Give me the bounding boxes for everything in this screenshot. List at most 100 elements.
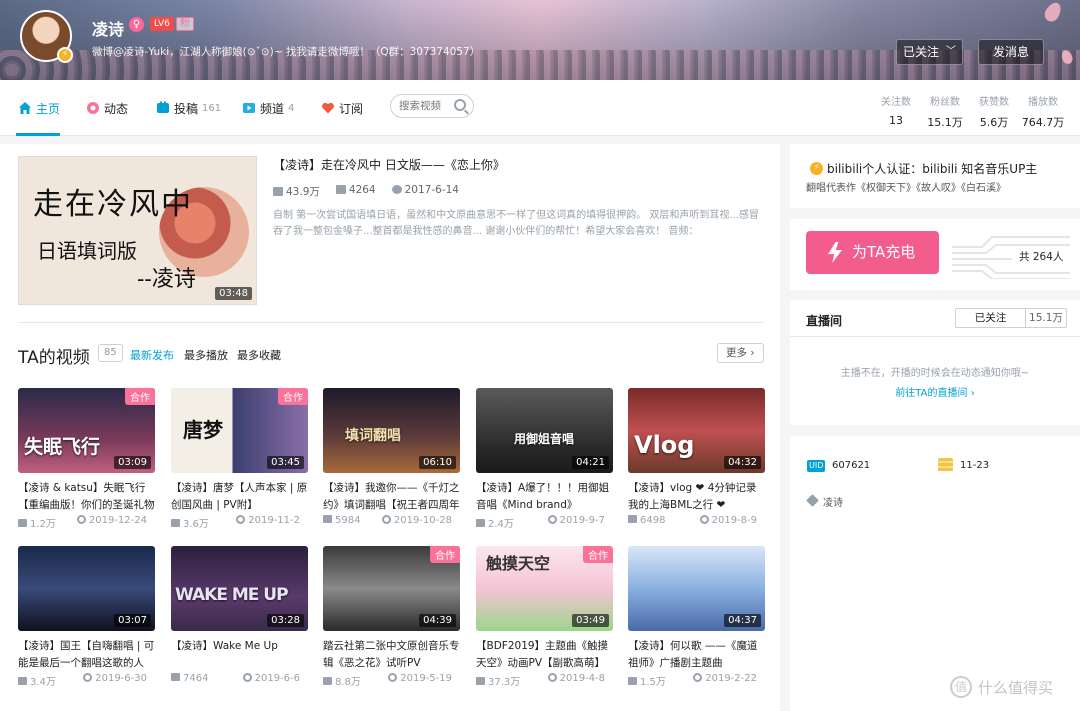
play-icon bbox=[323, 677, 332, 685]
upload-icon bbox=[157, 101, 169, 113]
sort-tab-latest[interactable]: 最新发布 bbox=[130, 347, 174, 363]
collab-tag: 合作 bbox=[430, 546, 460, 563]
video-card[interactable]: Vlog 04:32 【凌诗】vlog ❤ 4分钟记录我的上海BML之行 ❤ 6… bbox=[628, 388, 765, 526]
video-title[interactable]: 踏云社第二张中文原创音乐专辑《恶之花》试听PV bbox=[323, 638, 460, 672]
birthday-value: 11-23 bbox=[960, 460, 990, 471]
video-title[interactable]: 【凌诗】唐梦【人声本家 | 原创国风曲 | PV附】 bbox=[171, 480, 308, 514]
uid-value: 607621 bbox=[832, 460, 871, 471]
video-card[interactable]: 合作 04:39 踏云社第二张中文原创音乐专辑《恶之花》试听PV 8.8万 201… bbox=[323, 546, 460, 688]
play-icon bbox=[476, 519, 485, 527]
collab-tag: 合作 bbox=[125, 388, 155, 405]
duration-badge: 04:21 bbox=[572, 456, 609, 469]
send-message-button[interactable]: 发消息 bbox=[978, 39, 1044, 65]
chevron-right-icon: › bbox=[750, 347, 755, 359]
video-thumbnail[interactable]: 04:37 bbox=[628, 546, 765, 631]
clock-icon bbox=[391, 185, 402, 194]
main-panel: 走在冷风中 日语填词版 --凌诗 03:48 【凌诗】走在冷风中 日文版——《恋… bbox=[0, 144, 780, 711]
play-icon bbox=[18, 519, 27, 527]
more-videos-button[interactable]: 更多 › bbox=[717, 343, 764, 363]
lightning-icon bbox=[828, 242, 842, 263]
search-icon[interactable] bbox=[454, 99, 466, 111]
charge-panel: 为TA充电 共 264人 bbox=[790, 219, 1080, 290]
duration-badge: 06:10 bbox=[419, 456, 456, 469]
active-tab-indicator bbox=[16, 133, 60, 136]
play-icon bbox=[476, 677, 485, 685]
videos-count-badge: 85 bbox=[98, 344, 123, 362]
clock-icon bbox=[693, 673, 703, 682]
play-icon bbox=[18, 677, 27, 685]
heart-icon bbox=[322, 102, 334, 114]
video-thumbnail[interactable]: 03:07 bbox=[18, 546, 155, 631]
video-card[interactable]: 03:07 【凌诗】国王【自嗨翻唱 | 可能是最后一个翻唱这歌的人 3.4万 20… bbox=[18, 546, 155, 688]
dynamic-icon bbox=[87, 102, 99, 114]
verified-bolt-icon: ⚡ bbox=[810, 162, 823, 175]
user-tag[interactable]: 凌诗 bbox=[823, 494, 843, 509]
video-card[interactable]: 04:37 【凌诗】何以歌 ——《魔道祖师》广播剧主题曲 1.5万 2019-2-… bbox=[628, 546, 765, 688]
video-thumbnail[interactable]: 用御姐音唱 04:21 bbox=[476, 388, 613, 473]
tab-dynamic[interactable]: 动态 bbox=[86, 99, 128, 117]
clock-icon bbox=[547, 515, 557, 524]
charge-count: 共 264人 bbox=[1017, 249, 1066, 264]
play-icon bbox=[171, 519, 180, 527]
clock-icon bbox=[83, 673, 93, 682]
stat-fans[interactable]: 粉丝数 15.1万 bbox=[917, 93, 973, 130]
play-icon bbox=[628, 515, 637, 523]
tab-channel[interactable]: 频道 4 bbox=[242, 99, 294, 117]
video-card[interactable]: 唐梦 合作 03:45 【凌诗】唐梦【人声本家 | 原创国风曲 | PV附】 3… bbox=[171, 388, 308, 530]
video-thumbnail[interactable]: WAKE ME UP 03:28 bbox=[171, 546, 308, 631]
video-title[interactable]: 【凌诗】A爆了！！！用御姐音唱《Mind brand》 bbox=[476, 480, 613, 514]
clock-icon bbox=[381, 515, 391, 524]
video-card[interactable]: 触摸天空 合作 03:49 【BDF2019】主题曲《触摸天空》动画PV【副歌高… bbox=[476, 546, 613, 688]
featured-video-title[interactable]: 【凌诗】走在冷风中 日文版——《恋上你》 bbox=[273, 156, 505, 173]
video-card[interactable]: WAKE ME UP 03:28 【凌诗】Wake Me Up 7464 2019… bbox=[171, 546, 308, 684]
collab-tag: 合作 bbox=[583, 546, 613, 563]
video-thumbnail[interactable]: 填词翻唱 06:10 bbox=[323, 388, 460, 473]
sort-tab-most-played[interactable]: 最多播放 bbox=[184, 347, 228, 363]
danmaku-icon bbox=[335, 185, 346, 194]
username: 凌诗 bbox=[92, 20, 125, 39]
featured-video-thumbnail[interactable]: 走在冷风中 日语填词版 --凌诗 03:48 bbox=[18, 156, 257, 305]
live-room-panel: 直播间 已关注 15.1万 主播不在，开播的时候会在动态通知你哦~ 前往TA的直… bbox=[790, 300, 1080, 425]
video-title[interactable]: 【凌诗】我邀你——《千灯之约》填词翻唱【祝王者四周年 bbox=[323, 480, 460, 514]
channel-icon bbox=[243, 103, 255, 113]
video-card[interactable]: 填词翻唱 06:10 【凌诗】我邀你——《千灯之约》填词翻唱【祝王者四周年 59… bbox=[323, 388, 460, 526]
video-thumbnail[interactable]: 唐梦 合作 03:45 bbox=[171, 388, 308, 473]
video-thumbnail[interactable]: Vlog 04:32 bbox=[628, 388, 765, 473]
chevron-right-icon: › bbox=[970, 388, 975, 399]
clock-icon bbox=[699, 515, 709, 524]
play-icon bbox=[323, 515, 332, 523]
video-title[interactable]: 【凌诗】何以歌 ——《魔道祖师》广播剧主题曲 bbox=[628, 638, 765, 672]
video-title[interactable]: 【凌诗】Wake Me Up bbox=[171, 638, 308, 672]
video-thumbnail[interactable]: 失眠飞行 合作 03:09 bbox=[18, 388, 155, 473]
duration-badge: 04:39 bbox=[419, 614, 456, 627]
video-thumbnail[interactable]: 合作 04:39 bbox=[323, 546, 460, 631]
tag-icon bbox=[806, 494, 819, 507]
video-title[interactable]: 【BDF2019】主题曲《触摸天空》动画PV【副歌高萌】 bbox=[476, 638, 613, 672]
video-search bbox=[390, 94, 474, 118]
stat-following[interactable]: 关注数 13 bbox=[868, 93, 924, 127]
tab-uploads[interactable]: 投稿 161 bbox=[156, 99, 221, 117]
search-input[interactable] bbox=[399, 95, 457, 117]
certification-panel: ⚡ bilibili个人认证：bilibili 知名音乐UP主 翻唱代表作《权御… bbox=[790, 144, 1080, 208]
duration-badge: 04:32 bbox=[724, 456, 761, 469]
video-card[interactable]: 失眠飞行 合作 03:09 【凌诗 & katsu】失眠飞行【重编曲版！你们的圣… bbox=[18, 388, 155, 530]
video-title[interactable]: 【凌诗】国王【自嗨翻唱 | 可能是最后一个翻唱这歌的人 bbox=[18, 638, 155, 672]
video-card[interactable]: 用御姐音唱 04:21 【凌诗】A爆了！！！用御姐音唱《Mind brand》 … bbox=[476, 388, 613, 530]
video-title[interactable]: 【凌诗】vlog ❤ 4分钟记录我的上海BML之行 ❤ bbox=[628, 480, 765, 514]
duration-badge: 03:09 bbox=[114, 456, 151, 469]
duration-badge: 04:37 bbox=[724, 614, 761, 627]
tab-home[interactable]: 主页 bbox=[18, 99, 60, 117]
female-icon: ♀ bbox=[129, 17, 144, 32]
charge-button[interactable]: 为TA充电 bbox=[806, 231, 939, 274]
video-thumbnail[interactable]: 触摸天空 合作 03:49 bbox=[476, 546, 613, 631]
live-follow-button[interactable]: 已关注 15.1万 bbox=[955, 308, 1067, 328]
sort-tab-most-favorited[interactable]: 最多收藏 bbox=[237, 347, 281, 363]
duration-badge: 03:45 bbox=[267, 456, 304, 469]
clock-icon bbox=[242, 673, 252, 682]
tab-subscribe[interactable]: 订阅 bbox=[321, 99, 363, 117]
duration-badge: 03:48 bbox=[215, 287, 252, 300]
go-live-room-link[interactable]: 前往TA的直播间 › bbox=[790, 384, 1080, 399]
followed-button[interactable]: 已关注 ﹀ bbox=[896, 39, 963, 65]
clock-icon bbox=[547, 673, 557, 682]
video-title[interactable]: 【凌诗 & katsu】失眠飞行【重编曲版！你们的圣诞礼物 bbox=[18, 480, 155, 514]
